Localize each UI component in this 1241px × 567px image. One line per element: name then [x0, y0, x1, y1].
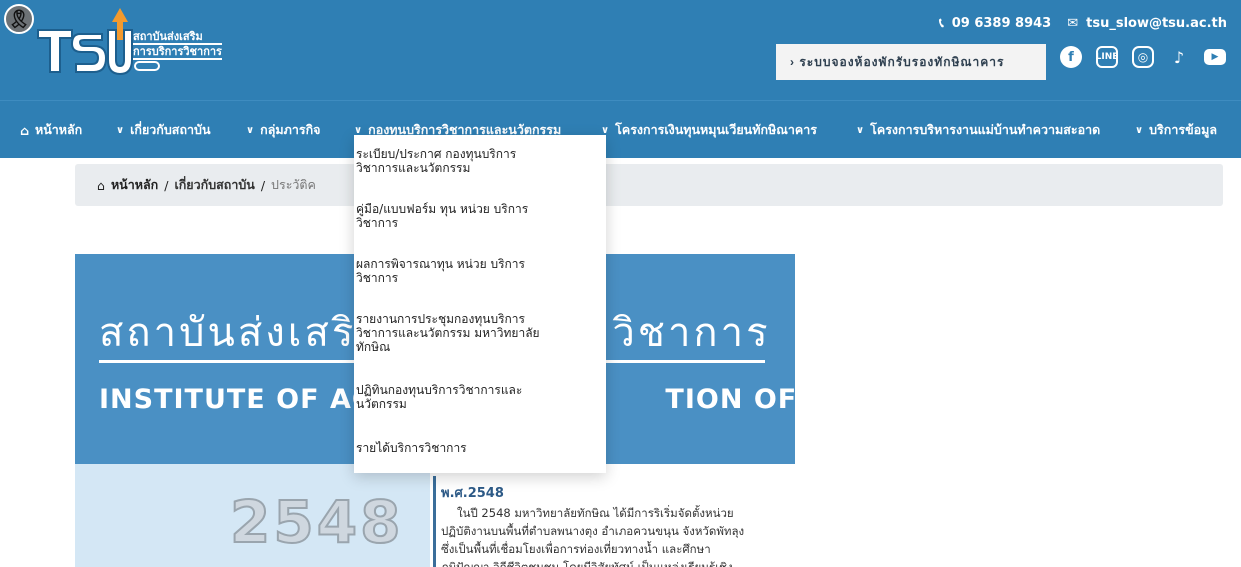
nav-housekeeping[interactable]: ∨ โครงการบริหารงานแม่บ้านทำความสะอาด	[856, 120, 1100, 140]
logo-line-2: การบริการวิชาการ	[133, 45, 222, 60]
instagram-icon[interactable]: ◎	[1132, 46, 1154, 68]
dropdown-item-manuals[interactable]: คู่มือ/แบบฟอร์ม ทุน หน่วย บริการ วิชาการ	[356, 202, 596, 230]
line-icon[interactable]: LINE	[1096, 46, 1118, 68]
room-booking-button[interactable]: › ระบบจองห้องพักรับรองทักษิณาคาร	[776, 44, 1046, 80]
site-header: 🎗 สถาบันส่งเสริม การบริการวิชาการ 📞︎ 09 …	[0, 0, 1241, 100]
home-icon: ⌂	[97, 177, 105, 193]
phone-icon: 📞︎	[939, 16, 944, 31]
dropdown-item-line: นวัตกรรม	[356, 397, 407, 411]
nav-revolving-fund[interactable]: ∨ โครงการเงินทุนหมุนเวียนทักษิณาคาร	[601, 120, 817, 140]
chevron-down-icon: ∨	[354, 124, 363, 136]
nav-about[interactable]: ∨ เกี่ยวกับสถาบัน	[116, 120, 211, 140]
chevron-down-icon: ∨	[116, 124, 125, 136]
contact-bar: 📞︎ 09 6389 8943 ✉︎ tsu_slow@tsu.ac.th	[939, 16, 1227, 31]
nav-home[interactable]: ⌂ หน้าหลัก	[20, 120, 82, 140]
breadcrumb-separator: /	[164, 177, 169, 193]
chevron-down-icon: ∨	[856, 124, 865, 136]
dropdown-item-line: ปฏิทินกองทุนบริการวิชาการและ	[356, 383, 523, 397]
dropdown-item-line: วิชาการ	[356, 216, 399, 230]
dropdown-item-income[interactable]: รายได้บริการวิชาการ	[356, 441, 596, 455]
year-box: 2548	[75, 464, 430, 567]
site-logo[interactable]: 🎗 สถาบันส่งเสริม การบริการวิชาการ	[0, 0, 240, 90]
chevron-down-icon: ∨	[601, 124, 610, 136]
dropdown-item-line: คู่มือ/แบบฟอร์ม ทุน หน่วย บริการ	[356, 202, 529, 216]
mail-icon: ✉︎	[1067, 16, 1079, 31]
timeline-title: พ.ศ.2548	[441, 486, 504, 501]
dropdown-item-line: วิชาการ	[356, 271, 399, 285]
social-links: f LINE ◎ ♪ ▶	[1060, 46, 1226, 68]
banner-thai-right: วิชาการ	[612, 310, 771, 356]
banner-thai-left: สถาบันส่งเสริ	[99, 310, 357, 356]
nav-housekeeping-label: โครงการบริหารงานแม่บ้านทำความสะอาด	[870, 122, 1101, 137]
chevron-down-icon: ∨	[1135, 124, 1144, 136]
dropdown-item-line: ทักษิณ	[356, 340, 391, 354]
timeline-line: ในปี 2548 มหาวิทยาลัยทักษิณ ได้มีการริเร…	[457, 506, 734, 520]
timeline-bar	[433, 476, 436, 567]
mourning-ribbon-icon: 🎗	[4, 4, 34, 34]
logo-text: สถาบันส่งเสริม การบริการวิชาการ	[133, 30, 222, 60]
logo-line-1: สถาบันส่งเสริม	[133, 30, 222, 45]
breadcrumb-home[interactable]: หน้าหลัก	[111, 175, 158, 195]
nav-home-label: หน้าหลัก	[34, 122, 83, 137]
dropdown-item-regulations[interactable]: ระเบียบ/ประกาศ กองทุนบริการ วิชาการและนว…	[356, 147, 596, 175]
tiktok-icon[interactable]: ♪	[1168, 46, 1190, 68]
dropdown-item-line: วิชาการและนวัตกรรม	[356, 161, 471, 175]
dropdown-item-line: วิชาการและนวัตกรรม มหาวิทยาลัย	[356, 326, 540, 340]
dropdown-item-calendar[interactable]: ปฏิทินกองทุนบริการวิชาการและ นวัตกรรม	[356, 383, 596, 411]
timeline-line: ภูมิปัญญา วิถีชีวิตชุมชน โดยมีวิสัยทัศน์…	[441, 560, 733, 567]
dropdown-item-line: รายงานการประชุมกองทุนบริการ	[356, 312, 525, 326]
breadcrumb: ⌂ หน้าหลัก / เกี่ยวกับสถาบัน / ประวัติค	[75, 164, 1223, 206]
email-link[interactable]: tsu_slow@tsu.ac.th	[1086, 16, 1227, 31]
nav-revolving-fund-label: โครงการเงินทุนหมุนเวียนทักษิณาคาร	[615, 122, 817, 137]
phone-link[interactable]: 09 6389 8943	[952, 16, 1052, 31]
banner-en-right: TION OFFICE	[665, 384, 795, 415]
youtube-icon[interactable]: ▶	[1204, 49, 1226, 65]
nav-about-label: เกี่ยวกับสถาบัน	[130, 122, 211, 137]
breadcrumb-current: ประวัติค	[271, 177, 316, 192]
nav-info-service-label: บริการข้อมูล	[1149, 122, 1218, 137]
chevron-down-icon: ∨	[246, 124, 255, 136]
timeline-text: ในปี 2548 มหาวิทยาลัยทักษิณ ได้มีการริเร…	[441, 504, 796, 567]
breadcrumb-separator: /	[260, 177, 266, 193]
fund-dropdown-menu: ระเบียบ/ประกาศ กองทุนบริการ วิชาการและนว…	[354, 135, 606, 473]
timeline-line: ปฏิบัติงานบนพื้นที่ตำบลพนางตุง อำเภอควนข…	[441, 524, 745, 538]
nav-mission[interactable]: ∨ กลุ่มภารกิจ	[246, 120, 320, 140]
dropdown-item-line: ระเบียบ/ประกาศ กองทุนบริการ	[356, 147, 517, 161]
breadcrumb-about[interactable]: เกี่ยวกับสถาบัน	[174, 175, 254, 195]
nav-info-service[interactable]: ∨ บริการข้อมูล	[1135, 120, 1217, 140]
nav-mission-label: กลุ่มภารกิจ	[260, 122, 321, 137]
main-nav: ⌂ หน้าหลัก ∨ เกี่ยวกับสถาบัน ∨ กลุ่มภารก…	[0, 100, 1241, 158]
facebook-icon[interactable]: f	[1060, 46, 1082, 68]
dropdown-item-meeting-reports[interactable]: รายงานการประชุมกองทุนบริการ วิชาการและนว…	[356, 312, 596, 354]
year-number: 2548	[229, 487, 404, 557]
home-icon: ⌂	[20, 122, 29, 138]
timeline-line: ซึ่งเป็นพื้นที่เชื่อมโยงเพื่อการท่องเที่…	[441, 542, 711, 556]
dropdown-item-line: รายได้บริการวิชาการ	[356, 441, 467, 455]
dropdown-item-line: ผลการพิจารณาทุน หน่วย บริการ	[356, 257, 525, 271]
dropdown-item-results[interactable]: ผลการพิจารณาทุน หน่วย บริการ วิชาการ	[356, 257, 596, 285]
